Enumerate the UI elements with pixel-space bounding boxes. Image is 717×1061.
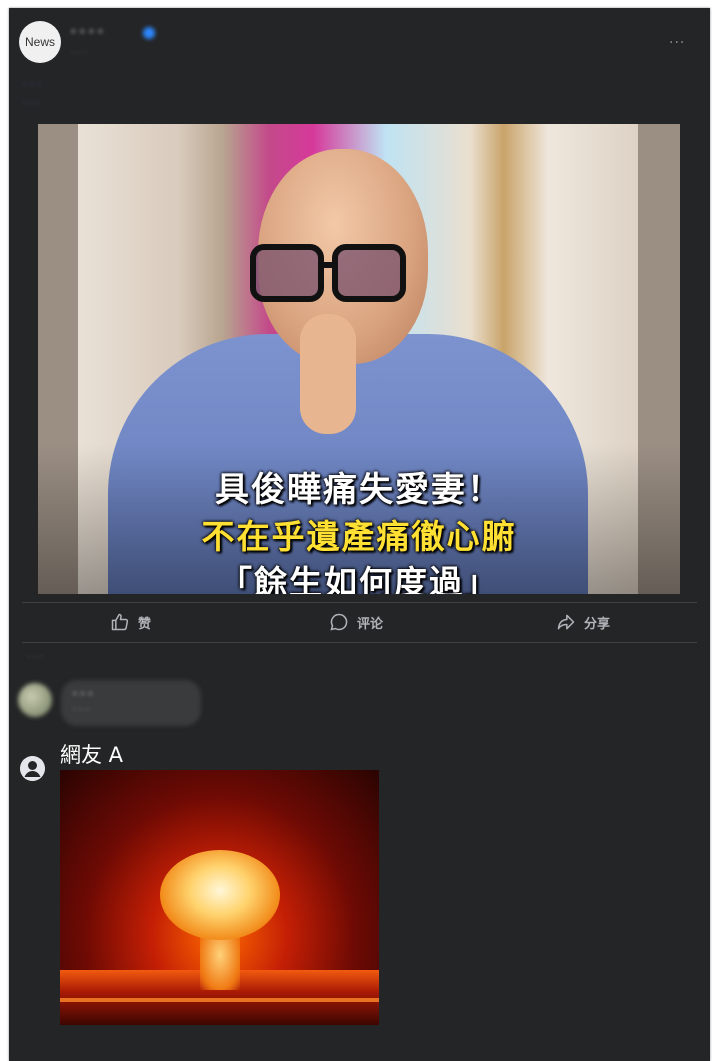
comment-sort-dropdown[interactable]: ‧ ‧ ‧ bbox=[27, 652, 43, 663]
comment-text: ‧ ‧ ‧ bbox=[73, 705, 89, 716]
divider bbox=[22, 642, 697, 643]
reply-author-name[interactable]: 網友 A bbox=[60, 739, 123, 769]
post-meta[interactable]: ‧ ‧ ‧ bbox=[71, 48, 87, 59]
image-headline-3: 「餘生如何度過」 bbox=[219, 563, 499, 594]
thumbs-up-icon bbox=[111, 613, 129, 631]
commenter-avatar[interactable] bbox=[18, 683, 52, 717]
mushroom-cloud bbox=[160, 850, 280, 940]
page-avatar[interactable]: News bbox=[19, 21, 61, 63]
avatar-label: News bbox=[24, 35, 55, 49]
share-button[interactable]: 分享 bbox=[556, 610, 610, 634]
caption-text: ‧ ‧ ‧ bbox=[23, 78, 41, 91]
explosion-horizon bbox=[60, 998, 379, 1002]
photo-hand bbox=[300, 314, 356, 434]
user-avatar-icon[interactable] bbox=[20, 756, 45, 781]
share-label: 分享 bbox=[584, 616, 611, 632]
more-options-icon[interactable]: ··· bbox=[669, 35, 685, 51]
like-label: 赞 bbox=[138, 616, 152, 632]
post-image[interactable]: 具俊曄痛失愛妻！ 不在乎遺產痛徹心腑 「餘生如何度過」 bbox=[38, 124, 680, 594]
share-arrow-icon bbox=[557, 614, 575, 630]
comment-bubble-icon bbox=[330, 613, 348, 631]
post-caption: ‧ ‧ ‧ bbox=[23, 78, 483, 91]
image-headline-2: 不在乎遺產痛徹心腑 bbox=[201, 517, 517, 556]
page-name[interactable]: ‧ ‧ ‧ ‧ bbox=[71, 25, 103, 40]
photo-glasses-left bbox=[250, 244, 324, 302]
post-card: News ‧ ‧ ‧ ‧ ‧ ‧ ‧ ··· ‧ ‧ ‧ ‧ ‧ ‧ 具俊曄痛失… bbox=[9, 8, 710, 1061]
photo-glasses-bridge bbox=[324, 262, 338, 268]
photo-glasses-right bbox=[332, 244, 406, 302]
like-button[interactable]: 赞 bbox=[110, 610, 151, 634]
divider bbox=[22, 602, 697, 603]
post-caption-link[interactable]: ‧ ‧ ‧ bbox=[23, 98, 39, 109]
image-headline-1: 具俊曄痛失愛妻！ bbox=[215, 470, 503, 510]
verified-badge-icon bbox=[143, 27, 155, 39]
comment-label: 评论 bbox=[357, 616, 384, 632]
comment-button[interactable]: 评论 bbox=[329, 610, 383, 634]
reply-image[interactable] bbox=[60, 770, 379, 1025]
commenter-name[interactable]: ‧ ‧ ‧ bbox=[73, 687, 92, 700]
